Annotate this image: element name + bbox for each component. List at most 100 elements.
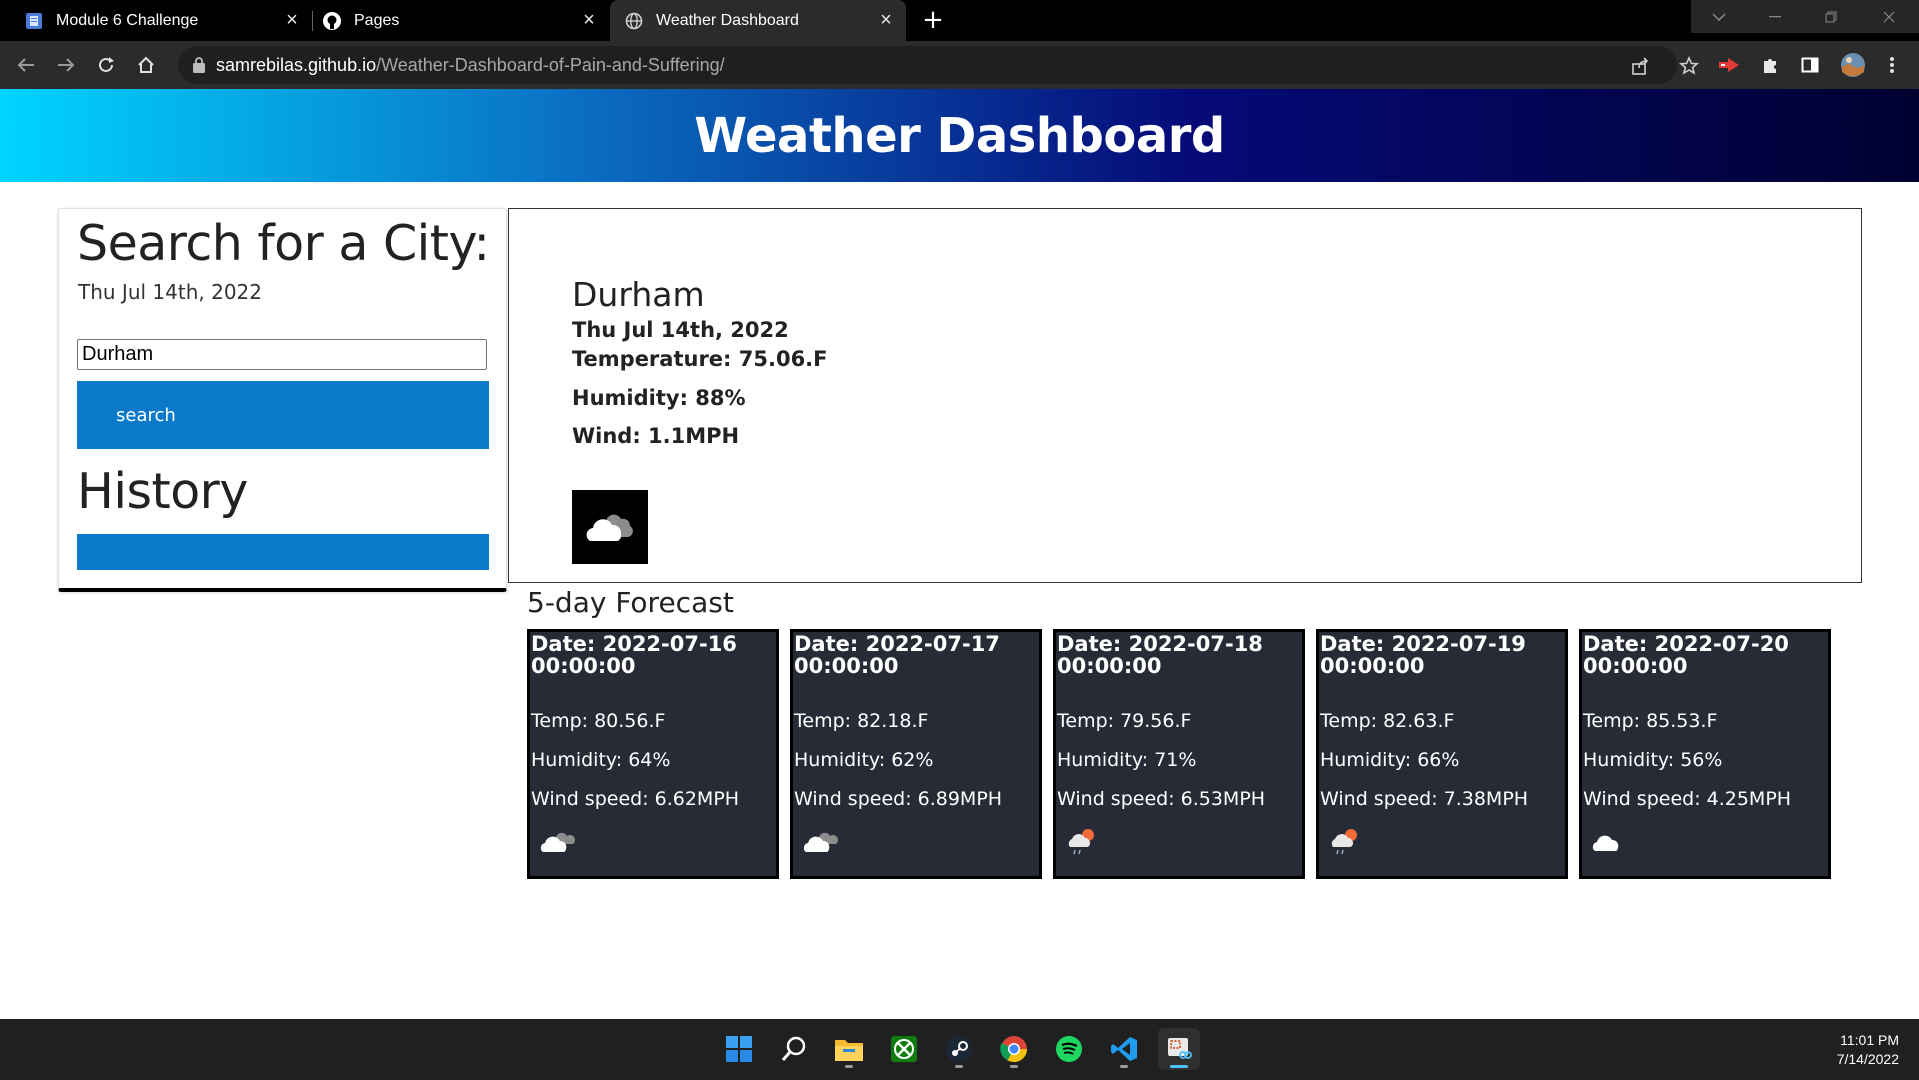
file-explorer-icon[interactable]	[828, 1028, 870, 1070]
running-indicator	[845, 1065, 853, 1068]
history-item-button[interactable]	[77, 534, 489, 570]
forecast-wind: Wind speed: 4.25MPH	[1583, 788, 1792, 810]
side-panel-icon[interactable]	[1795, 50, 1825, 80]
tab-title: Module 6 Challenge	[56, 11, 199, 29]
forecast-wind: Wind speed: 6.62MPH	[531, 788, 740, 810]
current-humidity: Humidity: 88%	[572, 386, 746, 410]
close-window-icon[interactable]	[1859, 0, 1919, 33]
forecast-date: Date: 2022-07-16 00:00:00	[531, 632, 737, 678]
forward-arrow-icon[interactable]	[51, 50, 81, 80]
current-wind: Wind: 1.1MPH	[572, 424, 740, 448]
url-text: samrebilas.github.io/Weather-Dashboard-o…	[216, 46, 725, 84]
current-weather-panel: Durham Thu Jul 14th, 2022 Temperature: 7…	[508, 208, 1862, 583]
search-heading: Search for a City:	[77, 215, 490, 272]
forecast-date: Date: 2022-07-20 00:00:00	[1583, 632, 1789, 678]
forecast-humidity: Humidity: 66%	[1320, 749, 1460, 771]
forecast-heading: 5-day Forecast	[527, 586, 734, 619]
spotify-icon[interactable]	[1048, 1028, 1090, 1070]
url-path: /Weather-Dashboard-of-Pain-and-Suffering…	[376, 55, 725, 75]
system-clock[interactable]: 11:01 PM 7/14/2022	[1837, 1031, 1899, 1069]
running-indicator	[1120, 1065, 1128, 1068]
running-indicator	[1010, 1065, 1018, 1068]
chrome-icon[interactable]	[993, 1028, 1035, 1070]
url-domain: samrebilas.github.io	[216, 55, 377, 75]
new-tab-icon[interactable]: +	[918, 6, 948, 36]
forecast-date: Date: 2022-07-17 00:00:00	[794, 632, 1000, 678]
tab-search-chevron-icon[interactable]	[1691, 0, 1747, 33]
forecast-card: Date: 2022-07-16 00:00:00 Temp: 80.56.F …	[527, 629, 779, 879]
document-icon	[24, 11, 44, 31]
forecast-wind: Wind speed: 7.38MPH	[1320, 788, 1529, 810]
forecast-card: Date: 2022-07-19 00:00:00 Temp: 82.63.F …	[1316, 629, 1568, 879]
cloudy-icon	[572, 490, 648, 564]
current-city: Durham	[572, 275, 705, 314]
tab-title: Weather Dashboard	[656, 11, 799, 29]
tab-module-6-challenge[interactable]: Module 6 Challenge ×	[0, 0, 312, 41]
forecast-humidity: Humidity: 71%	[1057, 749, 1197, 771]
github-icon	[322, 11, 342, 31]
forecast-temp: Temp: 82.63.F	[1320, 710, 1455, 732]
share-icon[interactable]	[1629, 55, 1651, 77]
forecast-date: Date: 2022-07-18 00:00:00	[1057, 632, 1263, 678]
forecast-humidity: Humidity: 64%	[531, 749, 671, 771]
forecast-card: Date: 2022-07-20 00:00:00 Temp: 85.53.F …	[1579, 629, 1831, 879]
forecast-wind: Wind speed: 6.53MPH	[1057, 788, 1266, 810]
steam-icon[interactable]	[938, 1028, 980, 1070]
close-tab-icon[interactable]: ×	[876, 10, 896, 30]
tab-pages[interactable]: Pages ×	[312, 0, 609, 41]
tab-weather-dashboard[interactable]: Weather Dashboard ×	[610, 0, 906, 41]
globe-icon	[624, 11, 644, 31]
forecast-temp: Temp: 85.53.F	[1583, 710, 1718, 732]
restore-icon[interactable]	[1803, 0, 1859, 33]
back-arrow-icon[interactable]	[11, 50, 41, 80]
windows-start-icon[interactable]	[718, 1028, 760, 1070]
more-menu-icon[interactable]	[1877, 50, 1907, 80]
history-heading: History	[77, 463, 248, 520]
forecast-temp: Temp: 80.56.F	[531, 710, 666, 732]
vscode-icon[interactable]	[1103, 1028, 1145, 1070]
today-date: Thu Jul 14th, 2022	[78, 280, 262, 304]
reload-icon[interactable]	[91, 50, 121, 80]
address-bar[interactable]: samrebilas.github.io/Weather-Dashboard-o…	[178, 46, 1699, 84]
clock-time: 11:01 PM	[1840, 1032, 1899, 1048]
browser-toolbar: samrebilas.github.io/Weather-Dashboard-o…	[0, 41, 1919, 89]
search-button[interactable]: search	[77, 381, 489, 449]
clock-date: 7/14/2022	[1836, 1051, 1899, 1067]
rain-sun-icon	[1064, 827, 1104, 861]
cloud-icon	[1590, 827, 1630, 861]
forecast-wind: Wind speed: 6.89MPH	[794, 788, 1003, 810]
xbox-icon[interactable]	[883, 1028, 925, 1070]
current-temperature: Temperature: 75.06.F	[572, 347, 828, 371]
extensions-puzzle-icon[interactable]	[1755, 50, 1785, 80]
browser-tab-strip: Module 6 Challenge × Pages × Weather Das…	[0, 0, 1919, 41]
tab-title: Pages	[354, 11, 400, 29]
city-search-input[interactable]	[77, 339, 487, 370]
page-title: Weather Dashboard	[694, 107, 1225, 164]
page-header: Weather Dashboard	[0, 89, 1919, 182]
snipping-tool-icon[interactable]	[1158, 1028, 1200, 1070]
forecast-humidity: Humidity: 56%	[1583, 749, 1723, 771]
forecast-card: Date: 2022-07-18 00:00:00 Temp: 79.56.F …	[1053, 629, 1305, 879]
lock-icon[interactable]	[192, 56, 208, 74]
page-viewport: Weather Dashboard Search for a City: Thu…	[0, 89, 1919, 1019]
search-panel: Search for a City: Thu Jul 14th, 2022 se…	[58, 208, 507, 592]
cloudy-icon	[538, 827, 578, 861]
forecast-date: Date: 2022-07-19 00:00:00	[1320, 632, 1526, 678]
close-tab-icon[interactable]: ×	[282, 10, 302, 30]
running-indicator	[955, 1065, 963, 1068]
close-tab-icon[interactable]: ×	[579, 10, 599, 30]
minimize-icon[interactable]	[1747, 0, 1803, 33]
profile-avatar[interactable]	[1838, 50, 1868, 80]
search-icon[interactable]	[773, 1028, 815, 1070]
taskbar: 11:01 PM 7/14/2022	[0, 1019, 1919, 1080]
forecast-temp: Temp: 79.56.F	[1057, 710, 1192, 732]
cloudy-icon	[801, 827, 841, 861]
bookmark-star-icon[interactable]	[1678, 55, 1700, 77]
forecast-humidity: Humidity: 62%	[794, 749, 934, 771]
extension-arrow-icon[interactable]	[1714, 50, 1744, 80]
running-indicator	[1170, 1065, 1188, 1068]
current-date: Thu Jul 14th, 2022	[572, 318, 789, 342]
home-icon[interactable]	[131, 50, 161, 80]
forecast-temp: Temp: 82.18.F	[794, 710, 929, 732]
forecast-card: Date: 2022-07-17 00:00:00 Temp: 82.18.F …	[790, 629, 1042, 879]
